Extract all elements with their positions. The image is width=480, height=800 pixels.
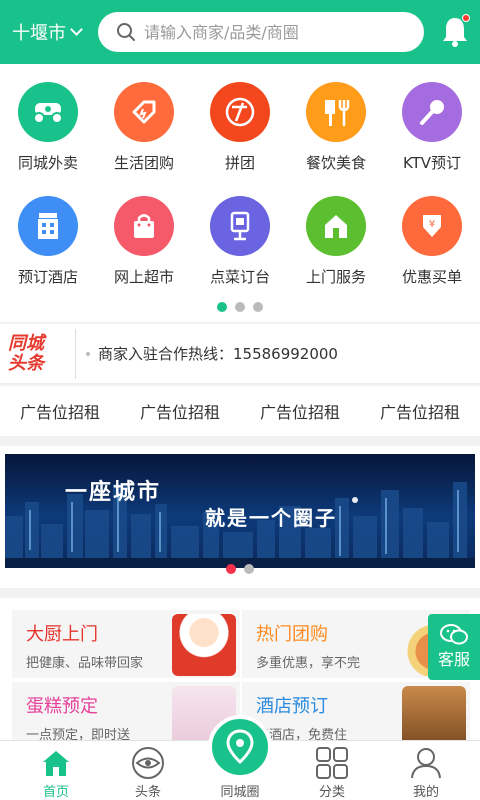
home-service-icon [306,196,366,256]
category-home-service[interactable]: 上门服务 [288,196,384,287]
category-groupbuy[interactable]: 生活团购 [96,82,192,173]
notification-bell-icon[interactable] [440,14,470,48]
top-bar: 十堰市 [0,0,480,64]
category-hotel[interactable]: 预订酒店 [0,196,96,287]
nav-headlines[interactable]: 头条 [100,745,196,800]
search-icon [117,23,135,41]
banner-page-indicator [0,564,480,574]
ad-slot-row: 广告位招租 广告位招租 广告位招租 广告位招租 [0,386,480,436]
category-label: 预订酒店 [17,268,78,286]
chef-image [172,614,236,676]
eye-icon [100,745,196,781]
page-dot [226,564,236,574]
category-grid: 同城外卖 生活团购 拼团 餐饮美食 KTV预订 预订酒店 网上超市 点菜订台 上… [0,64,480,322]
nav-label: 首页 [42,785,69,800]
search-input[interactable] [144,22,404,42]
notification-badge [462,14,470,22]
location-pin-icon [226,729,254,765]
banner-image[interactable]: 一座城市 就是一个圈子 [5,454,475,568]
category-label: 网上超市 [113,268,174,286]
category-label: KTV预订 [402,154,462,172]
category-label: 优惠买单 [401,268,462,286]
city-name: 十堰市 [12,23,66,44]
nav-label: 头条 [134,785,161,800]
category-takeout[interactable]: 同城外卖 [0,82,96,173]
hotel-image [402,686,466,748]
bullet-icon [86,351,90,356]
customer-service-label: 客服 [437,650,470,669]
headline-logo: 同城 头条 [8,328,76,379]
table-number-icon [210,196,270,256]
banner-section: 一座城市 就是一个圈子 [0,446,480,588]
discount-pay-icon: ¥ [402,196,462,256]
tag-icon [114,82,174,142]
group-icon [210,82,270,142]
grid-icon [284,745,380,781]
category-dining[interactable]: 餐饮美食 [288,82,384,173]
search-box[interactable] [98,12,424,52]
customer-service-button[interactable]: 客服 [428,614,480,680]
headline-logo-line2: 头条 [8,352,44,374]
ad-slot[interactable]: 广告位招租 [380,399,460,423]
headline-ticker[interactable]: 同城 头条 商家入驻合作热线：15586992000 [0,324,480,384]
category-label: 生活团购 [113,154,174,172]
category-order-table[interactable]: 点菜订台 [192,196,288,287]
chevron-down-icon [70,23,83,36]
hotel-icon [18,196,78,256]
category-label: 同城外卖 [17,154,78,172]
nav-home[interactable]: 首页 [8,745,104,800]
nav-label: 分类 [318,785,345,800]
bottom-nav: 首页 头条 同城圈 分类 我的 [0,715,480,800]
category-supermarket[interactable]: 网上超市 [96,196,192,287]
category-page-indicator [0,302,480,312]
category-label: 餐饮美食 [305,154,366,172]
page-dot [235,302,245,312]
page-dot [244,564,254,574]
user-icon [378,745,474,781]
nav-label[interactable]: 同城圈 [192,781,288,800]
ad-slot[interactable]: 广告位招租 [260,399,340,423]
card-chef-home[interactable]: 大厨上门 把健康、品味带回家 [12,610,240,678]
page-dot [253,302,263,312]
page-dot [217,302,227,312]
banner-title: 一座城市 [65,480,162,505]
category-ktv[interactable]: KTV预订 [384,82,480,173]
scooter-icon [18,82,78,142]
category-label: 上门服务 [305,268,366,286]
category-pintuan[interactable]: 拼团 [192,82,288,173]
home-icon [8,745,104,781]
nav-profile[interactable]: 我的 [378,745,474,800]
category-label: 拼团 [224,154,255,172]
svg-text:¥: ¥ [429,219,435,230]
category-label: 点菜订台 [209,268,270,286]
headline-logo-line1: 同城 [8,332,44,354]
category-discount-pay[interactable]: ¥ 优惠买单 [384,196,480,287]
wechat-icon [440,624,468,645]
nav-categories[interactable]: 分类 [284,745,380,800]
dining-icon [306,82,366,142]
nav-local-circle-button[interactable] [208,715,272,779]
city-selector[interactable]: 十堰市 [0,19,98,45]
nav-label: 我的 [412,785,439,800]
headline-message: 商家入驻合作热线：15586992000 [98,345,338,363]
headline-text: 商家入驻合作热线：15586992000 [86,343,338,364]
ad-slot[interactable]: 广告位招租 [20,399,100,423]
ad-slot[interactable]: 广告位招租 [140,399,220,423]
banner-subtitle: 就是一个圈子 [205,506,337,530]
microphone-icon [402,82,462,142]
shopping-bag-icon [114,196,174,256]
